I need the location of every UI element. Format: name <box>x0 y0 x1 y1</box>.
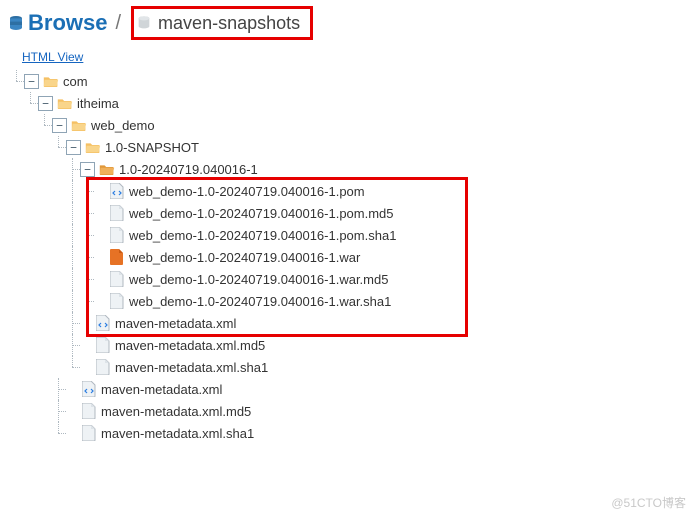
tree-row: web_demo-1.0-20240719.040016-1.war.sha1 <box>10 290 692 312</box>
folder-icon <box>85 139 101 155</box>
file-icon <box>109 271 125 287</box>
tree-row: − com <box>10 70 692 92</box>
tree-folder-snapshot[interactable]: 1.0-SNAPSHOT <box>105 140 199 155</box>
tree-row: maven-metadata.xml.md5 <box>10 334 692 356</box>
highlight-repo: maven-snapshots <box>131 6 313 40</box>
tree-row: − itheima <box>10 92 692 114</box>
html-view-link[interactable]: HTML View <box>22 50 83 64</box>
file-icon <box>81 425 97 441</box>
tree-row: maven-metadata.xml <box>10 378 692 400</box>
repository-tree: − com − itheima − web_demo − 1.0-SNAPSHO… <box>10 70 692 444</box>
file-icon <box>109 183 125 199</box>
tree-file[interactable]: web_demo-1.0-20240719.040016-1.pom <box>129 184 365 199</box>
tree-row: web_demo-1.0-20240719.040016-1.war <box>10 246 692 268</box>
tree-file[interactable]: web_demo-1.0-20240719.040016-1.pom.md5 <box>129 206 394 221</box>
file-icon <box>109 249 125 265</box>
file-icon <box>95 337 111 353</box>
tree-file[interactable]: maven-metadata.xml <box>101 382 222 397</box>
folder-icon <box>71 117 87 133</box>
folder-icon <box>99 161 115 177</box>
tree-toggle[interactable]: − <box>80 162 95 177</box>
file-icon <box>109 293 125 309</box>
tree-toggle[interactable]: − <box>24 74 39 89</box>
tree-row: − 1.0-20240719.040016-1 <box>10 158 692 180</box>
tree-row: web_demo-1.0-20240719.040016-1.pom.md5 <box>10 202 692 224</box>
tree-row: web_demo-1.0-20240719.040016-1.pom.sha1 <box>10 224 692 246</box>
tree-file[interactable]: maven-metadata.xml.md5 <box>101 404 251 419</box>
repo-name: maven-snapshots <box>156 11 306 36</box>
tree-folder-web-demo[interactable]: web_demo <box>91 118 155 133</box>
file-icon <box>95 359 111 375</box>
tree-row: maven-metadata.xml.md5 <box>10 400 692 422</box>
tree-folder-com[interactable]: com <box>63 74 88 89</box>
page-header: Browse / maven-snapshots <box>0 0 692 42</box>
file-icon <box>81 403 97 419</box>
watermark: @51CTO博客 <box>611 494 686 511</box>
tree-file[interactable]: maven-metadata.xml.md5 <box>115 338 265 353</box>
tree-row: maven-metadata.xml.sha1 <box>10 422 692 444</box>
database-icon <box>8 15 24 31</box>
file-icon <box>81 381 97 397</box>
breadcrumb-separator: / <box>107 12 131 35</box>
tree-file[interactable]: web_demo-1.0-20240719.040016-1.pom.sha1 <box>129 228 396 243</box>
tree-file[interactable]: web_demo-1.0-20240719.040016-1.war.md5 <box>129 272 388 287</box>
tree-file[interactable]: web_demo-1.0-20240719.040016-1.war <box>129 250 360 265</box>
tree-folder-itheima[interactable]: itheima <box>77 96 119 111</box>
tree-row: maven-metadata.xml <box>10 312 692 334</box>
tree-toggle[interactable]: − <box>38 96 53 111</box>
tree-file[interactable]: maven-metadata.xml <box>115 316 236 331</box>
file-icon <box>109 227 125 243</box>
folder-icon <box>57 95 73 111</box>
repository-icon <box>136 15 152 31</box>
tree-row: web_demo-1.0-20240719.040016-1.war.md5 <box>10 268 692 290</box>
html-view-link-wrapper: HTML View <box>22 50 692 64</box>
tree-row: − web_demo <box>10 114 692 136</box>
folder-icon <box>43 73 59 89</box>
page-title: Browse <box>28 10 107 36</box>
file-icon <box>109 205 125 221</box>
tree-row: maven-metadata.xml.sha1 <box>10 356 692 378</box>
tree-toggle[interactable]: − <box>66 140 81 155</box>
tree-file[interactable]: maven-metadata.xml.sha1 <box>101 426 254 441</box>
file-icon <box>95 315 111 331</box>
tree-file[interactable]: maven-metadata.xml.sha1 <box>115 360 268 375</box>
tree-file[interactable]: web_demo-1.0-20240719.040016-1.war.sha1 <box>129 294 391 309</box>
tree-row: − 1.0-SNAPSHOT <box>10 136 692 158</box>
tree-folder-build[interactable]: 1.0-20240719.040016-1 <box>119 162 258 177</box>
tree-toggle[interactable]: − <box>52 118 67 133</box>
tree-row: web_demo-1.0-20240719.040016-1.pom <box>10 180 692 202</box>
